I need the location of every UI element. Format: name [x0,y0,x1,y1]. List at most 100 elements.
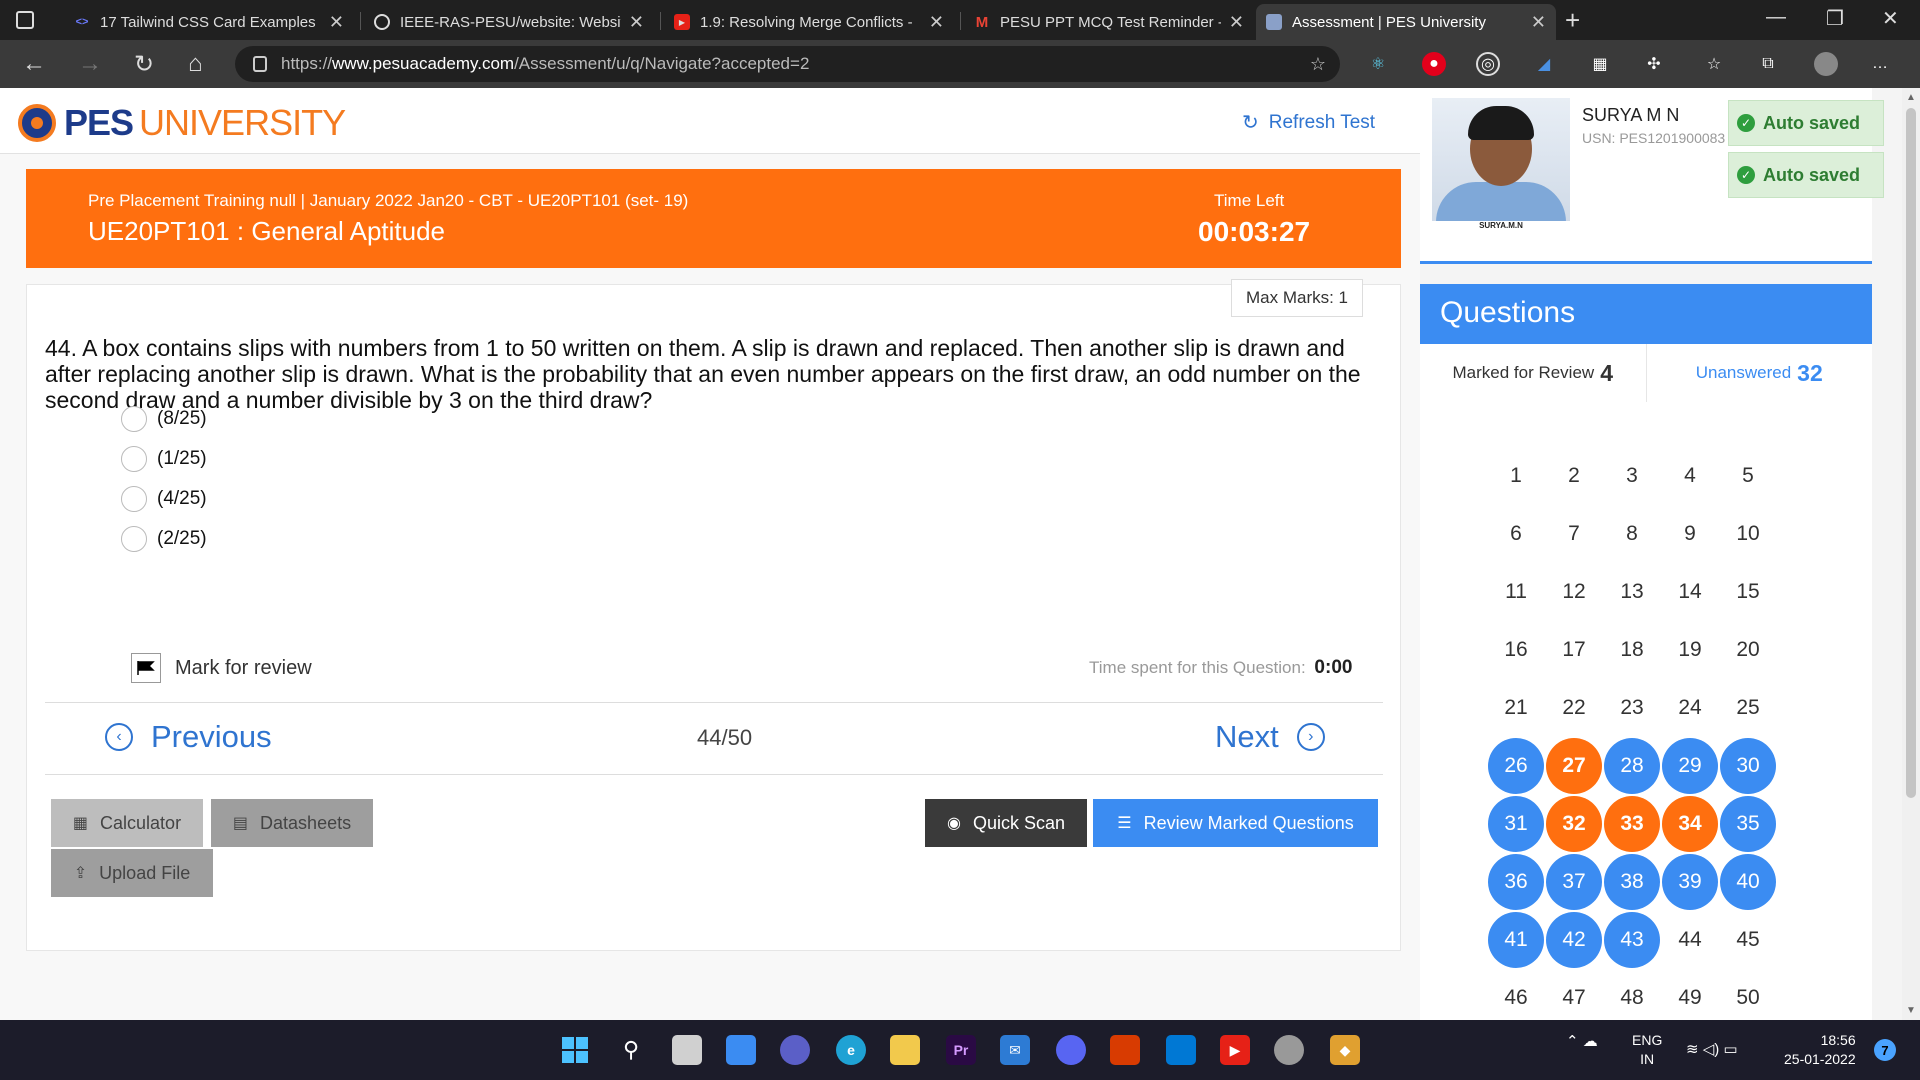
minimize-icon[interactable]: — [1766,6,1786,29]
question-number-48[interactable]: 48 [1604,970,1660,1020]
question-number-50[interactable]: 50 [1720,970,1776,1020]
question-number-23[interactable]: 23 [1604,680,1660,736]
browser-tab-2[interactable]: IEEE-RAS-PESU/website: Website ✕ [364,4,654,40]
option-1[interactable]: (8/25) [121,406,207,432]
close-tab-icon[interactable]: ✕ [329,12,344,33]
question-number-32[interactable]: 32 [1546,796,1602,852]
search-icon[interactable]: ⚲ [616,1035,646,1065]
question-number-28[interactable]: 28 [1604,738,1660,794]
new-tab-icon[interactable]: + [1565,5,1580,36]
question-number-27[interactable]: 27 [1546,738,1602,794]
question-number-11[interactable]: 11 [1488,564,1544,620]
browser-tab-5-active[interactable]: Assessment | PES University ✕ [1256,4,1556,40]
question-number-40[interactable]: 40 [1720,854,1776,910]
question-number-25[interactable]: 25 [1720,680,1776,736]
question-number-36[interactable]: 36 [1488,854,1544,910]
question-number-46[interactable]: 46 [1488,970,1544,1020]
premiere-pro-icon[interactable]: Pr [946,1035,976,1065]
previous-button[interactable]: ‹ Previous [105,719,272,755]
restore-icon[interactable]: ❐ [1826,6,1844,31]
option-4[interactable]: (2/25) [121,526,207,552]
home-icon[interactable]: ⌂ [188,50,203,78]
system-tray[interactable]: ⌃ ☁ [1566,1032,1598,1050]
question-number-47[interactable]: 47 [1546,970,1602,1020]
profile-avatar-icon[interactable] [1814,52,1838,76]
option-radio[interactable] [121,446,147,472]
question-number-2[interactable]: 2 [1546,448,1602,504]
question-number-34[interactable]: 34 [1662,796,1718,852]
question-number-8[interactable]: 8 [1604,506,1660,562]
extension-icon[interactable]: ◢ [1532,52,1556,76]
edge-icon[interactable]: e [836,1035,866,1065]
question-number-6[interactable]: 6 [1488,506,1544,562]
extensions-puzzle-icon[interactable]: ✣ [1642,52,1666,76]
question-number-9[interactable]: 9 [1662,506,1718,562]
question-number-5[interactable]: 5 [1720,448,1776,504]
adblock-icon[interactable]: ● [1422,52,1446,76]
language-indicator[interactable]: ENG IN [1632,1031,1662,1069]
question-number-1[interactable]: 1 [1488,448,1544,504]
close-tab-icon[interactable]: ✕ [629,12,644,33]
datasheets-button[interactable]: ▤ Datasheets [211,799,373,847]
calculator-button[interactable]: ▦ Calculator [51,799,203,847]
question-number-29[interactable]: 29 [1662,738,1718,794]
question-number-17[interactable]: 17 [1546,622,1602,678]
more-menu-icon[interactable]: … [1868,52,1892,76]
mail-icon[interactable]: ✉ [1000,1035,1030,1065]
question-number-16[interactable]: 16 [1488,622,1544,678]
close-tab-icon[interactable]: ✕ [1531,12,1546,33]
question-number-38[interactable]: 38 [1604,854,1660,910]
browser-tab-1[interactable]: <> 17 Tailwind CSS Card Examples ✕ [64,4,354,40]
question-number-19[interactable]: 19 [1662,622,1718,678]
add-favorite-icon[interactable]: ☆ [1310,54,1326,75]
question-number-12[interactable]: 12 [1546,564,1602,620]
widgets-icon[interactable] [726,1035,756,1065]
question-number-22[interactable]: 22 [1546,680,1602,736]
scroll-up-icon[interactable]: ▲ [1906,92,1916,103]
file-explorer-icon[interactable] [890,1035,920,1065]
question-number-35[interactable]: 35 [1720,796,1776,852]
question-number-15[interactable]: 15 [1720,564,1776,620]
upload-file-button[interactable]: ⇪ Upload File [51,849,213,897]
question-number-41[interactable]: 41 [1488,912,1544,968]
notification-badge[interactable]: 7 [1874,1039,1896,1061]
unanswered-stat[interactable]: Unanswered 32 [1647,344,1873,402]
target-extension-icon[interactable]: ◎ [1476,52,1500,76]
mark-for-review-toggle[interactable]: Mark for review [131,653,312,683]
question-number-31[interactable]: 31 [1488,796,1544,852]
scroll-down-icon[interactable]: ▼ [1906,1005,1916,1016]
refresh-test-button[interactable]: ↻ Refresh Test [1242,110,1375,135]
page-scrollbar[interactable]: ▲ ▼ [1902,88,1920,1020]
browser-tab-3[interactable]: ▶ 1.9: Resolving Merge Conflicts - ✕ [664,4,954,40]
flag-icon[interactable] [131,653,161,683]
collections-add-icon[interactable]: ⧉ [1756,52,1780,76]
marked-for-review-stat[interactable]: Marked for Review 4 [1420,344,1647,402]
youtube-app-icon[interactable]: ▶ [1220,1035,1250,1065]
chat-icon[interactable] [780,1035,810,1065]
question-number-3[interactable]: 3 [1604,448,1660,504]
collections-icon[interactable]: ▦ [1588,52,1612,76]
question-number-13[interactable]: 13 [1604,564,1660,620]
question-number-4[interactable]: 4 [1662,448,1718,504]
app-icon[interactable] [1274,1035,1304,1065]
question-number-37[interactable]: 37 [1546,854,1602,910]
start-icon[interactable] [560,1035,590,1065]
question-number-44[interactable]: 44 [1662,912,1718,968]
tab-actions-icon[interactable] [16,11,34,29]
option-radio[interactable] [121,486,147,512]
question-number-14[interactable]: 14 [1662,564,1718,620]
favorites-icon[interactable]: ☆ [1702,52,1726,76]
forward-icon[interactable]: → [78,50,102,78]
react-devtools-icon[interactable]: ⚛ [1366,52,1390,76]
question-number-24[interactable]: 24 [1662,680,1718,736]
review-marked-button[interactable]: ☰ Review Marked Questions [1093,799,1378,847]
wifi-volume-battery-icon[interactable]: ≋ ◁) ▭ [1686,1040,1738,1058]
discord-icon[interactable] [1056,1035,1086,1065]
vscode-icon[interactable] [1166,1035,1196,1065]
close-tab-icon[interactable]: ✕ [1229,12,1244,33]
back-icon[interactable]: ← [22,50,46,78]
question-number-42[interactable]: 42 [1546,912,1602,968]
question-number-33[interactable]: 33 [1604,796,1660,852]
clock[interactable]: 18:56 25-01-2022 [1784,1031,1856,1069]
git-icon[interactable]: ◆ [1330,1035,1360,1065]
